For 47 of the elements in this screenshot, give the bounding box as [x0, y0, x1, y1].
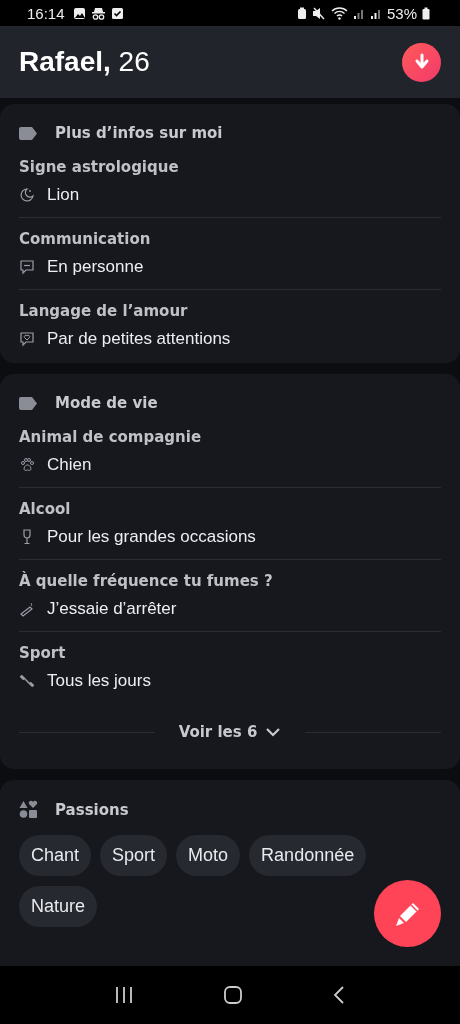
profile-name: Rafael, 26	[19, 46, 150, 78]
field-value: En personne	[47, 257, 144, 277]
field-label: Alcool	[19, 500, 72, 518]
passion-chip: Randonnée	[249, 835, 367, 876]
field-value: Pour les grandes occasions	[47, 527, 256, 547]
chevron-down-icon	[265, 727, 282, 737]
paw-icon	[19, 457, 35, 473]
battery-saver-icon	[296, 6, 307, 20]
incognito-icon	[90, 6, 106, 20]
collapse-button[interactable]	[402, 42, 441, 82]
wifi-icon	[330, 6, 348, 20]
back-icon[interactable]	[331, 985, 346, 1005]
field-label: Sport	[19, 644, 67, 662]
field-label: À quelle fréquence tu fumes ?	[19, 572, 274, 590]
checkbox-icon	[110, 6, 124, 20]
status-time: 16:14	[27, 4, 65, 22]
dumbbell-icon	[19, 673, 35, 689]
tag-icon	[19, 126, 38, 140]
field-value: J’essaie d’arrêter	[47, 599, 177, 619]
chat-icon	[19, 259, 35, 275]
tag-icon	[19, 396, 38, 410]
field-label: Langage de l’amour	[19, 302, 189, 320]
passion-chip: Chant	[19, 835, 92, 876]
field-value: Lion	[47, 185, 80, 205]
passion-chip: Nature	[19, 886, 98, 927]
field-value: Par de petites attentions	[47, 329, 231, 349]
field-label: Communication	[19, 230, 152, 248]
cigarette-icon	[19, 601, 35, 617]
passion-chip: Sport	[100, 835, 168, 876]
section-title: Passions	[55, 800, 129, 819]
shapes-icon	[19, 800, 38, 819]
mute-icon	[311, 6, 326, 20]
show-more-button[interactable]: Voir les 6	[168, 723, 292, 741]
battery-percent: 53%	[386, 4, 417, 22]
field-label: Signe astrologique	[19, 158, 180, 176]
field-value: Chien	[47, 455, 92, 475]
heart-chat-icon	[19, 331, 35, 347]
passion-chip: Moto	[176, 835, 241, 876]
moon-icon	[19, 187, 35, 203]
recent-apps-icon[interactable]	[114, 986, 135, 1004]
section-title: Plus d’infos sur moi	[55, 124, 223, 142]
battery-icon	[422, 6, 430, 20]
section-title: Mode de vie	[55, 394, 158, 412]
field-value: Tous les jours	[47, 671, 151, 691]
gallery-icon	[72, 6, 86, 20]
field-label: Animal de compagnie	[19, 428, 203, 446]
home-icon[interactable]	[223, 985, 243, 1005]
